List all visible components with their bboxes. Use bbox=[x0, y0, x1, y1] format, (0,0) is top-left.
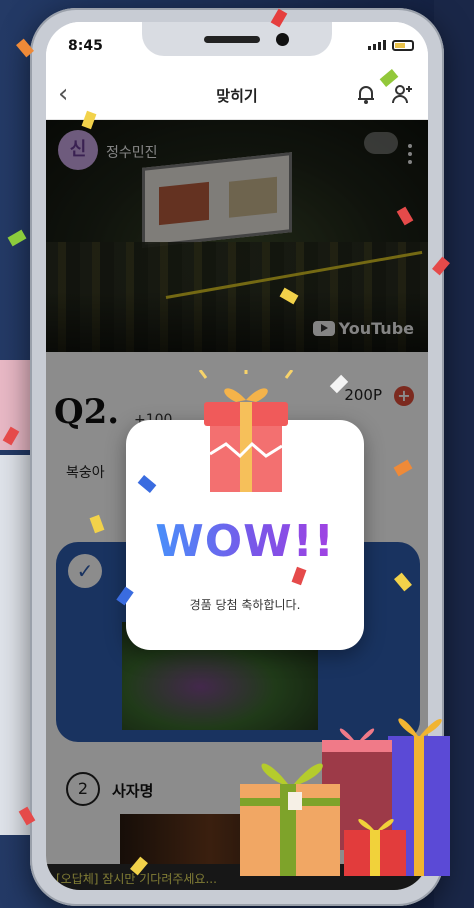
add-friend-icon[interactable] bbox=[390, 82, 414, 106]
speaker bbox=[204, 36, 260, 43]
nav-bar: ‹ 맞히기 bbox=[46, 68, 428, 120]
signal-icon bbox=[368, 40, 386, 50]
confetti-piece bbox=[7, 229, 27, 247]
battery-icon bbox=[392, 40, 414, 51]
camera-icon bbox=[276, 33, 289, 46]
popup-message: 경품 당첨 축하합니다. bbox=[189, 598, 301, 612]
status-time: 8:45 bbox=[68, 38, 103, 54]
popup-headline: WOW!! bbox=[126, 516, 364, 567]
gift-box-icon bbox=[198, 370, 294, 492]
notification-icon[interactable] bbox=[354, 82, 378, 106]
notch bbox=[142, 22, 332, 56]
gift-pile-icon bbox=[240, 718, 450, 876]
status-bar: 8:45 bbox=[46, 22, 428, 68]
